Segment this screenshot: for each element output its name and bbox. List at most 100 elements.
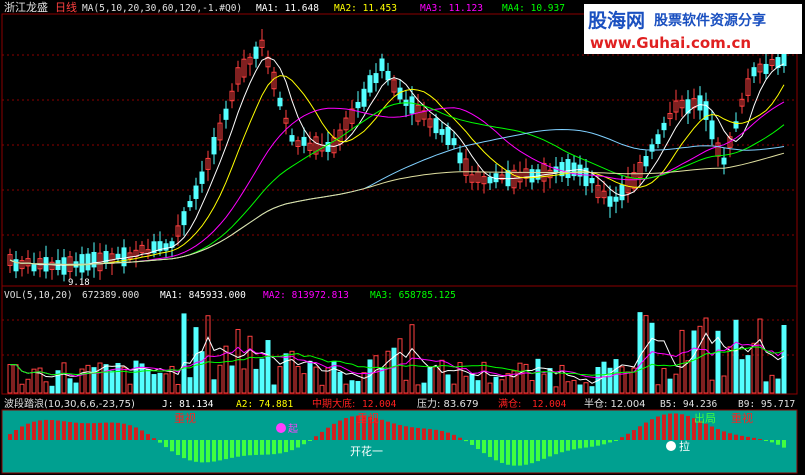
oscillator-bar — [608, 440, 612, 443]
volume-bar — [775, 378, 781, 394]
oscillator-bar — [428, 429, 432, 440]
volume-bar — [187, 377, 193, 394]
ma2-value: MA2: 11.453 — [334, 3, 397, 14]
oscillator-bar — [32, 421, 36, 440]
volume-bar — [391, 347, 397, 394]
tag-qi: 起 — [288, 423, 298, 435]
oscillator-bar — [470, 440, 474, 445]
oscillator-bar — [716, 429, 720, 440]
oscillator-bar — [164, 440, 168, 448]
oscillator-bar — [458, 437, 462, 440]
volume-bar — [445, 374, 451, 394]
oscillator-bar — [680, 414, 684, 440]
oscillator-bar — [668, 413, 672, 440]
osc-a2: A2: 74.881 — [236, 399, 293, 410]
oscillator-bar — [464, 440, 468, 442]
oscillator-bar — [758, 438, 762, 440]
oscillator-bar — [62, 421, 66, 440]
oscillator-bar — [200, 440, 204, 463]
oscillator-bar — [500, 440, 504, 463]
oscillator-bar — [332, 423, 336, 440]
oscillator-bar — [644, 422, 648, 440]
oscillator-bar — [326, 427, 330, 440]
oscillator-bar — [404, 426, 408, 440]
oscillator-bar — [740, 435, 744, 440]
oscillator-bar — [188, 440, 192, 461]
oscillator-bar — [122, 423, 126, 440]
volume-bar — [763, 381, 769, 394]
oscillator-bar — [128, 425, 132, 440]
tag-kaihua: 开花一 — [350, 445, 383, 458]
oscillator-bar — [512, 440, 516, 466]
oscillator-bar — [638, 426, 642, 440]
oscillator-panel[interactable] — [1, 409, 798, 474]
oscillator-bar — [776, 440, 780, 445]
low-marker: 9.18 — [68, 278, 90, 288]
oscillator-bar — [290, 440, 294, 451]
oscillator-bar — [506, 440, 510, 465]
volume-bar — [421, 382, 427, 394]
oscillator-bar — [320, 431, 324, 440]
oscillator-bar — [242, 440, 246, 456]
volume-bar — [307, 360, 313, 394]
oscillator-bar — [146, 434, 150, 440]
oscillator-bar — [650, 419, 654, 440]
volume-bar — [73, 382, 79, 394]
qi-dot-icon — [276, 423, 286, 433]
osc-mid-bottom-label: 中期大底: — [312, 397, 355, 410]
oscillator-bar — [548, 440, 552, 457]
oscillator-bar — [722, 431, 726, 440]
volume-bar — [469, 373, 475, 394]
tag-zhongshi-3: 重视 — [731, 411, 753, 425]
oscillator-bar — [284, 440, 288, 453]
oscillator-bar — [266, 440, 270, 455]
oscillator-bar — [770, 440, 774, 443]
oscillator-bar — [734, 434, 738, 440]
volume-bar — [493, 376, 499, 394]
oscillator-bar — [494, 440, 498, 461]
oscillator-bar — [596, 440, 600, 446]
osc-j: J: 81.134 — [162, 399, 214, 410]
oscillator-bar — [182, 440, 186, 459]
volume-bar — [535, 358, 541, 394]
ma-params: MA(5,10,20,30,60,120,-1.#Q0) — [82, 3, 242, 14]
oscillator-bar — [194, 440, 198, 462]
volume-bar — [253, 368, 259, 394]
volume-bar — [193, 327, 199, 394]
oscillator-bar — [380, 419, 384, 440]
oscillator-bar — [710, 426, 714, 440]
oscillator-bar — [74, 422, 78, 440]
oscillator-bar — [302, 440, 306, 445]
oscillator-bar — [212, 440, 216, 462]
volume-bar — [739, 359, 745, 394]
volume-bar — [691, 330, 697, 394]
volume-bar — [229, 365, 235, 394]
oscillator-bar — [554, 440, 558, 455]
oscillator-bar — [224, 440, 228, 460]
osc-name: 波段踏浪(10,30,6,6,-23,75) — [4, 397, 135, 410]
watermark: 股海网 股票软件资源分享 www.Guhai.com.cn — [584, 4, 802, 54]
osc-pressure: 压力: 83.679 — [417, 397, 479, 410]
oscillator-bar — [590, 440, 594, 447]
oscillator-bar — [782, 440, 786, 448]
oscillator-bar — [602, 440, 606, 445]
oscillator-bar — [452, 434, 456, 440]
volume-bar — [151, 374, 157, 394]
oscillator-bar — [158, 440, 162, 443]
osc-b9: B9: 95.717 — [738, 399, 795, 410]
volume-bar — [355, 381, 361, 394]
vol-params: VOL(5,10,20) — [4, 290, 73, 301]
oscillator-bar — [80, 423, 84, 440]
oscillator-bar — [746, 436, 750, 440]
oscillator-bar — [398, 425, 402, 440]
oscillator-bar — [584, 440, 588, 448]
vol-ma1: MA1: 845933.000 — [160, 290, 246, 301]
oscillator-bar — [170, 440, 174, 452]
oscillator-bar — [620, 437, 624, 440]
oscillator-bar — [140, 430, 144, 440]
oscillator-bar — [350, 416, 354, 440]
oscillator-bar — [260, 440, 264, 455]
volume-bar — [199, 351, 205, 394]
volume-bar — [577, 384, 583, 394]
volume-bar — [91, 367, 97, 394]
